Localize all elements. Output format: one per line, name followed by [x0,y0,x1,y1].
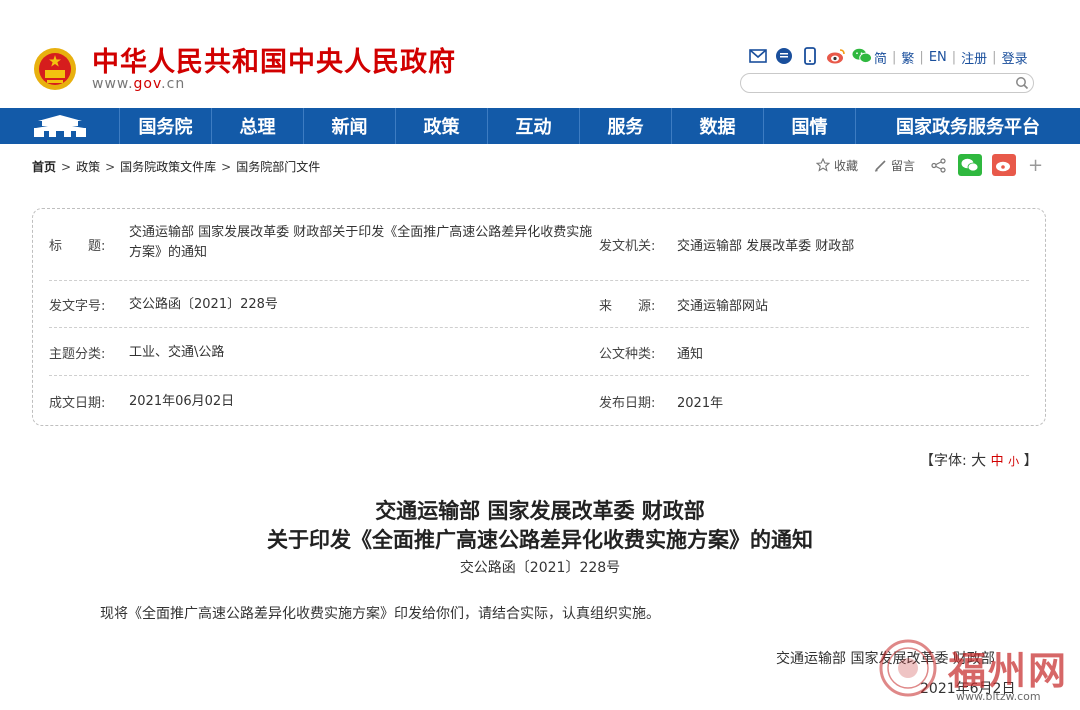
link-simplified[interactable]: 简 [874,48,887,67]
separator: | [919,50,924,65]
site-url[interactable]: www.gov.cn [92,76,185,92]
nav-item-policy[interactable]: 政策 [396,108,488,144]
wechat-icon [961,158,979,172]
watermark-url: www.bltzw.com [956,690,1041,703]
docno-value: 交公路函〔2021〕228号 [129,297,278,312]
divider [49,280,1029,281]
font-size-prefix: 【字体: [920,453,967,469]
type-value: 通知 [677,347,704,362]
nav-item-premier[interactable]: 总理 [212,108,304,144]
written-date-value: 2021年06月02日 [129,394,235,409]
watermark-seal-icon [879,639,937,697]
font-size-control: 【字体: 大 中 小 】 [920,449,1038,470]
link-login[interactable]: 登录 [1002,48,1028,67]
national-emblem-icon[interactable] [32,46,78,92]
star-icon [816,158,830,172]
breadcrumb-policy-library[interactable]: 国务院政策文件库 [120,158,216,175]
type-label: 公文种类: [599,347,656,362]
separator: | [951,50,957,65]
weibo-icon[interactable] [826,46,846,66]
divider [49,375,1029,376]
comment-button[interactable]: 留言 [874,157,915,174]
chat-icon[interactable] [774,46,794,66]
comment-label: 留言 [891,158,916,173]
site-url-prefix: www. [92,76,134,92]
chevron-right-icon: > [105,159,116,174]
source-label: 来 源: [599,299,656,314]
link-traditional[interactable]: 繁 [901,48,914,67]
nav-item-gov-service-platform[interactable]: 国家政务服务平台 [856,108,1080,144]
site-url-suffix: .cn [161,76,186,92]
info-row-title: 标 题: 交通运输部 国家发展改革委 财政部关于印发《全面推广高速公路差异化收费… [49,223,1029,267]
top-tools [748,46,872,66]
favorite-label: 收藏 [834,158,859,173]
pencil-icon [874,159,886,172]
nav-item-news[interactable]: 新闻 [304,108,396,144]
info-row-docno: 发文字号: 交公路函〔2021〕228号 来 源: 交通运输部网站 [49,295,1029,315]
font-size-small-button[interactable]: 小 [1008,455,1019,468]
title-value: 交通运输部 国家发展改革委 财政部关于印发《全面推广高速公路差异化收费实施方案》… [129,225,593,260]
breadcrumb-policy[interactable]: 政策 [76,158,100,175]
top-links: 简 | 繁 | EN | 注册 | 登录 [874,48,1028,67]
nav-item-interaction[interactable]: 互动 [488,108,580,144]
nav-item-state-council[interactable]: 国务院 [120,108,212,144]
title-label: 标 题: [49,239,106,254]
source-value: 交通运输部网站 [677,299,769,314]
weibo-share-button[interactable] [992,154,1017,176]
watermark-text: 福州网 [948,648,1069,693]
separator: | [992,50,997,65]
info-row-topic: 主题分类: 工业、交通\公路 公文种类: 通知 [49,343,1029,363]
separator: | [892,50,897,65]
share-bar: 收藏 留言 + [816,154,1043,176]
more-share-icon[interactable]: + [1028,155,1043,176]
chevron-right-icon: > [221,159,232,174]
issuer-value: 交通运输部 发展改革委 财政部 [677,239,855,254]
mobile-icon[interactable] [800,46,820,66]
site-title[interactable]: 中华人民共和国中央人民政府 [92,40,456,79]
breadcrumb: 首页 > 政策 > 国务院政策文件库 > 国务院部门文件 [32,158,320,175]
info-row-dates: 成文日期: 2021年06月02日 发布日期: 2021年 [49,392,1029,412]
written-date-label: 成文日期: [49,396,106,411]
search-input[interactable] [740,73,1034,93]
share-icon[interactable] [931,157,946,173]
tiananmen-icon[interactable] [0,108,120,144]
site-url-gov: gov [133,76,162,92]
document-title-line-2: 关于印发《全面推广高速公路差异化收费实施方案》的通知 [267,528,813,552]
link-english[interactable]: EN [929,50,947,65]
favorite-button[interactable]: 收藏 [816,157,858,174]
breadcrumb-home[interactable]: 首页 [32,158,56,175]
font-size-large-button[interactable]: 大 [971,451,986,469]
nav-item-data[interactable]: 数据 [672,108,764,144]
weibo-icon [996,161,1011,172]
search-icon[interactable] [1015,76,1029,90]
topic-label: 主题分类: [49,347,106,362]
nav-item-national-info[interactable]: 国情 [764,108,856,144]
nav-item-services[interactable]: 服务 [580,108,672,144]
document-title-line-1: 交通运输部 国家发展改革委 财政部 [375,499,705,523]
divider [49,327,1029,328]
document-info-table: 标 题: 交通运输部 国家发展改革委 财政部关于印发《全面推广高速公路差异化收费… [32,208,1046,426]
published-date-label: 发布日期: [599,396,656,411]
document-paragraph: 现将《全面推广高速公路差异化收费实施方案》印发给你们，请结合实际，认真组织实施。 [100,606,660,622]
font-size-medium-button[interactable]: 中 [991,454,1004,469]
document-number: 交公路函〔2021〕228号 [459,560,621,576]
chevron-right-icon: > [61,159,72,174]
topic-value: 工业、交通\公路 [129,345,225,360]
published-date-value: 2021年 [677,396,724,411]
main-nav: 国务院 总理 新闻 政策 互动 服务 数据 国情 国家政务服务平台 [0,108,1080,144]
link-register[interactable]: 注册 [961,48,987,67]
issuer-label: 发文机关: [599,239,656,254]
docno-label: 发文字号: [49,299,106,314]
wechat-icon[interactable] [852,46,872,66]
breadcrumb-department-docs[interactable]: 国务院部门文件 [236,158,320,175]
wechat-share-button[interactable] [958,154,983,176]
site-header: 中华人民共和国中央人民政府 www.gov.cn 简 | 繁 | EN | 注册… [0,0,1080,108]
mail-icon[interactable] [748,46,768,66]
font-size-suffix: 】 [1023,453,1038,469]
